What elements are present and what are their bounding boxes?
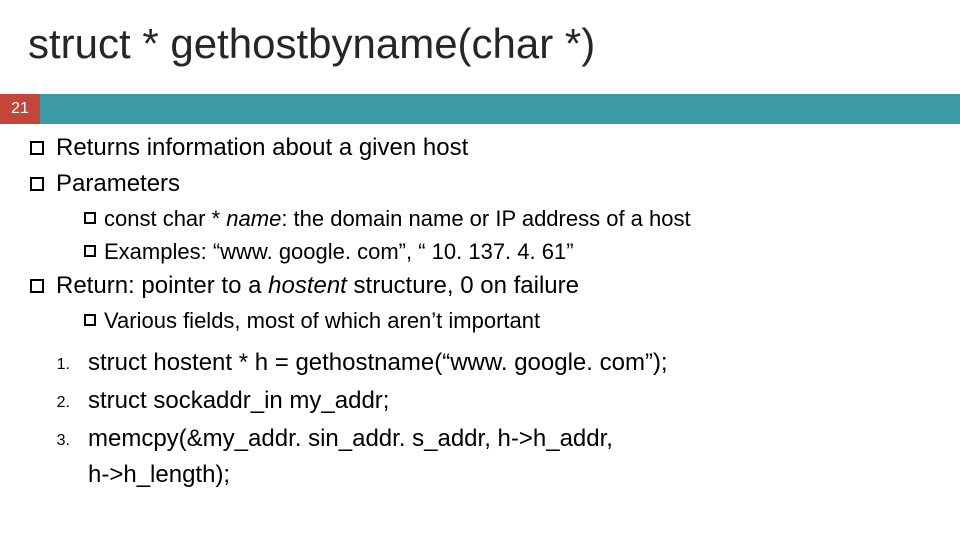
- slide: struct * gethostbyname(char *) 21 Return…: [0, 0, 960, 540]
- list-number: 1.: [30, 353, 70, 377]
- text-fragment: const char *: [104, 206, 226, 231]
- list-item: 2. struct sockaddr_in my_addr;: [30, 383, 940, 419]
- square-bullet-icon: [30, 141, 44, 155]
- numbered-list: 1. struct hostent * h = gethostname(“www…: [30, 345, 940, 493]
- text-fragment-italic: name: [226, 206, 281, 231]
- text-fragment-italic: hostent: [268, 272, 347, 299]
- list-text: struct hostent * h = gethostname(“www. g…: [88, 345, 940, 381]
- list-text: memcpy(&my_addr. sin_addr. s_addr, h->h_…: [88, 421, 940, 493]
- list-number: 2.: [30, 391, 70, 415]
- square-bullet-icon: [84, 245, 96, 257]
- text-fragment: : the domain name or IP address of a hos…: [281, 206, 690, 231]
- bullet-text: Parameters: [56, 166, 180, 202]
- list-text: struct sockaddr_in my_addr;: [88, 383, 940, 419]
- square-bullet-icon: [84, 314, 96, 326]
- bullet-text: Returns information about a given host: [56, 130, 468, 166]
- bullet-level2: const char * name: the domain name or IP…: [84, 202, 940, 235]
- accent-bar: [40, 94, 960, 124]
- bullet-text: const char * name: the domain name or IP…: [104, 202, 691, 235]
- slide-title: struct * gethostbyname(char *): [28, 20, 595, 68]
- bullet-text: Return: pointer to a hostent structure, …: [56, 268, 579, 304]
- square-bullet-icon: [30, 177, 44, 191]
- bullet-text: Examples: “www. google. com”, “ 10. 137.…: [104, 235, 574, 268]
- bullet-text: Various fields, most of which aren’t imp…: [104, 304, 540, 337]
- bullet-level2: Various fields, most of which aren’t imp…: [84, 304, 940, 337]
- bullet-level2: Examples: “www. google. com”, “ 10. 137.…: [84, 235, 940, 268]
- slide-number-badge: 21: [0, 94, 40, 124]
- bullet-level1: Parameters: [30, 166, 940, 202]
- list-number: 3.: [30, 429, 70, 453]
- list-item: 3. memcpy(&my_addr. sin_addr. s_addr, h-…: [30, 421, 940, 493]
- square-bullet-icon: [30, 279, 44, 293]
- list-item: 1. struct hostent * h = gethostname(“www…: [30, 345, 940, 381]
- square-bullet-icon: [84, 212, 96, 224]
- bullet-level1: Return: pointer to a hostent structure, …: [30, 268, 940, 304]
- slide-body: Returns information about a given host P…: [30, 130, 940, 495]
- text-fragment: Return: pointer to a: [56, 272, 268, 299]
- text-fragment: memcpy(&my_addr. sin_addr. s_addr, h->h_…: [88, 425, 613, 452]
- bullet-level1: Returns information about a given host: [30, 130, 940, 166]
- text-fragment: h->h_length);: [88, 461, 230, 488]
- text-fragment: structure, 0 on failure: [347, 272, 579, 299]
